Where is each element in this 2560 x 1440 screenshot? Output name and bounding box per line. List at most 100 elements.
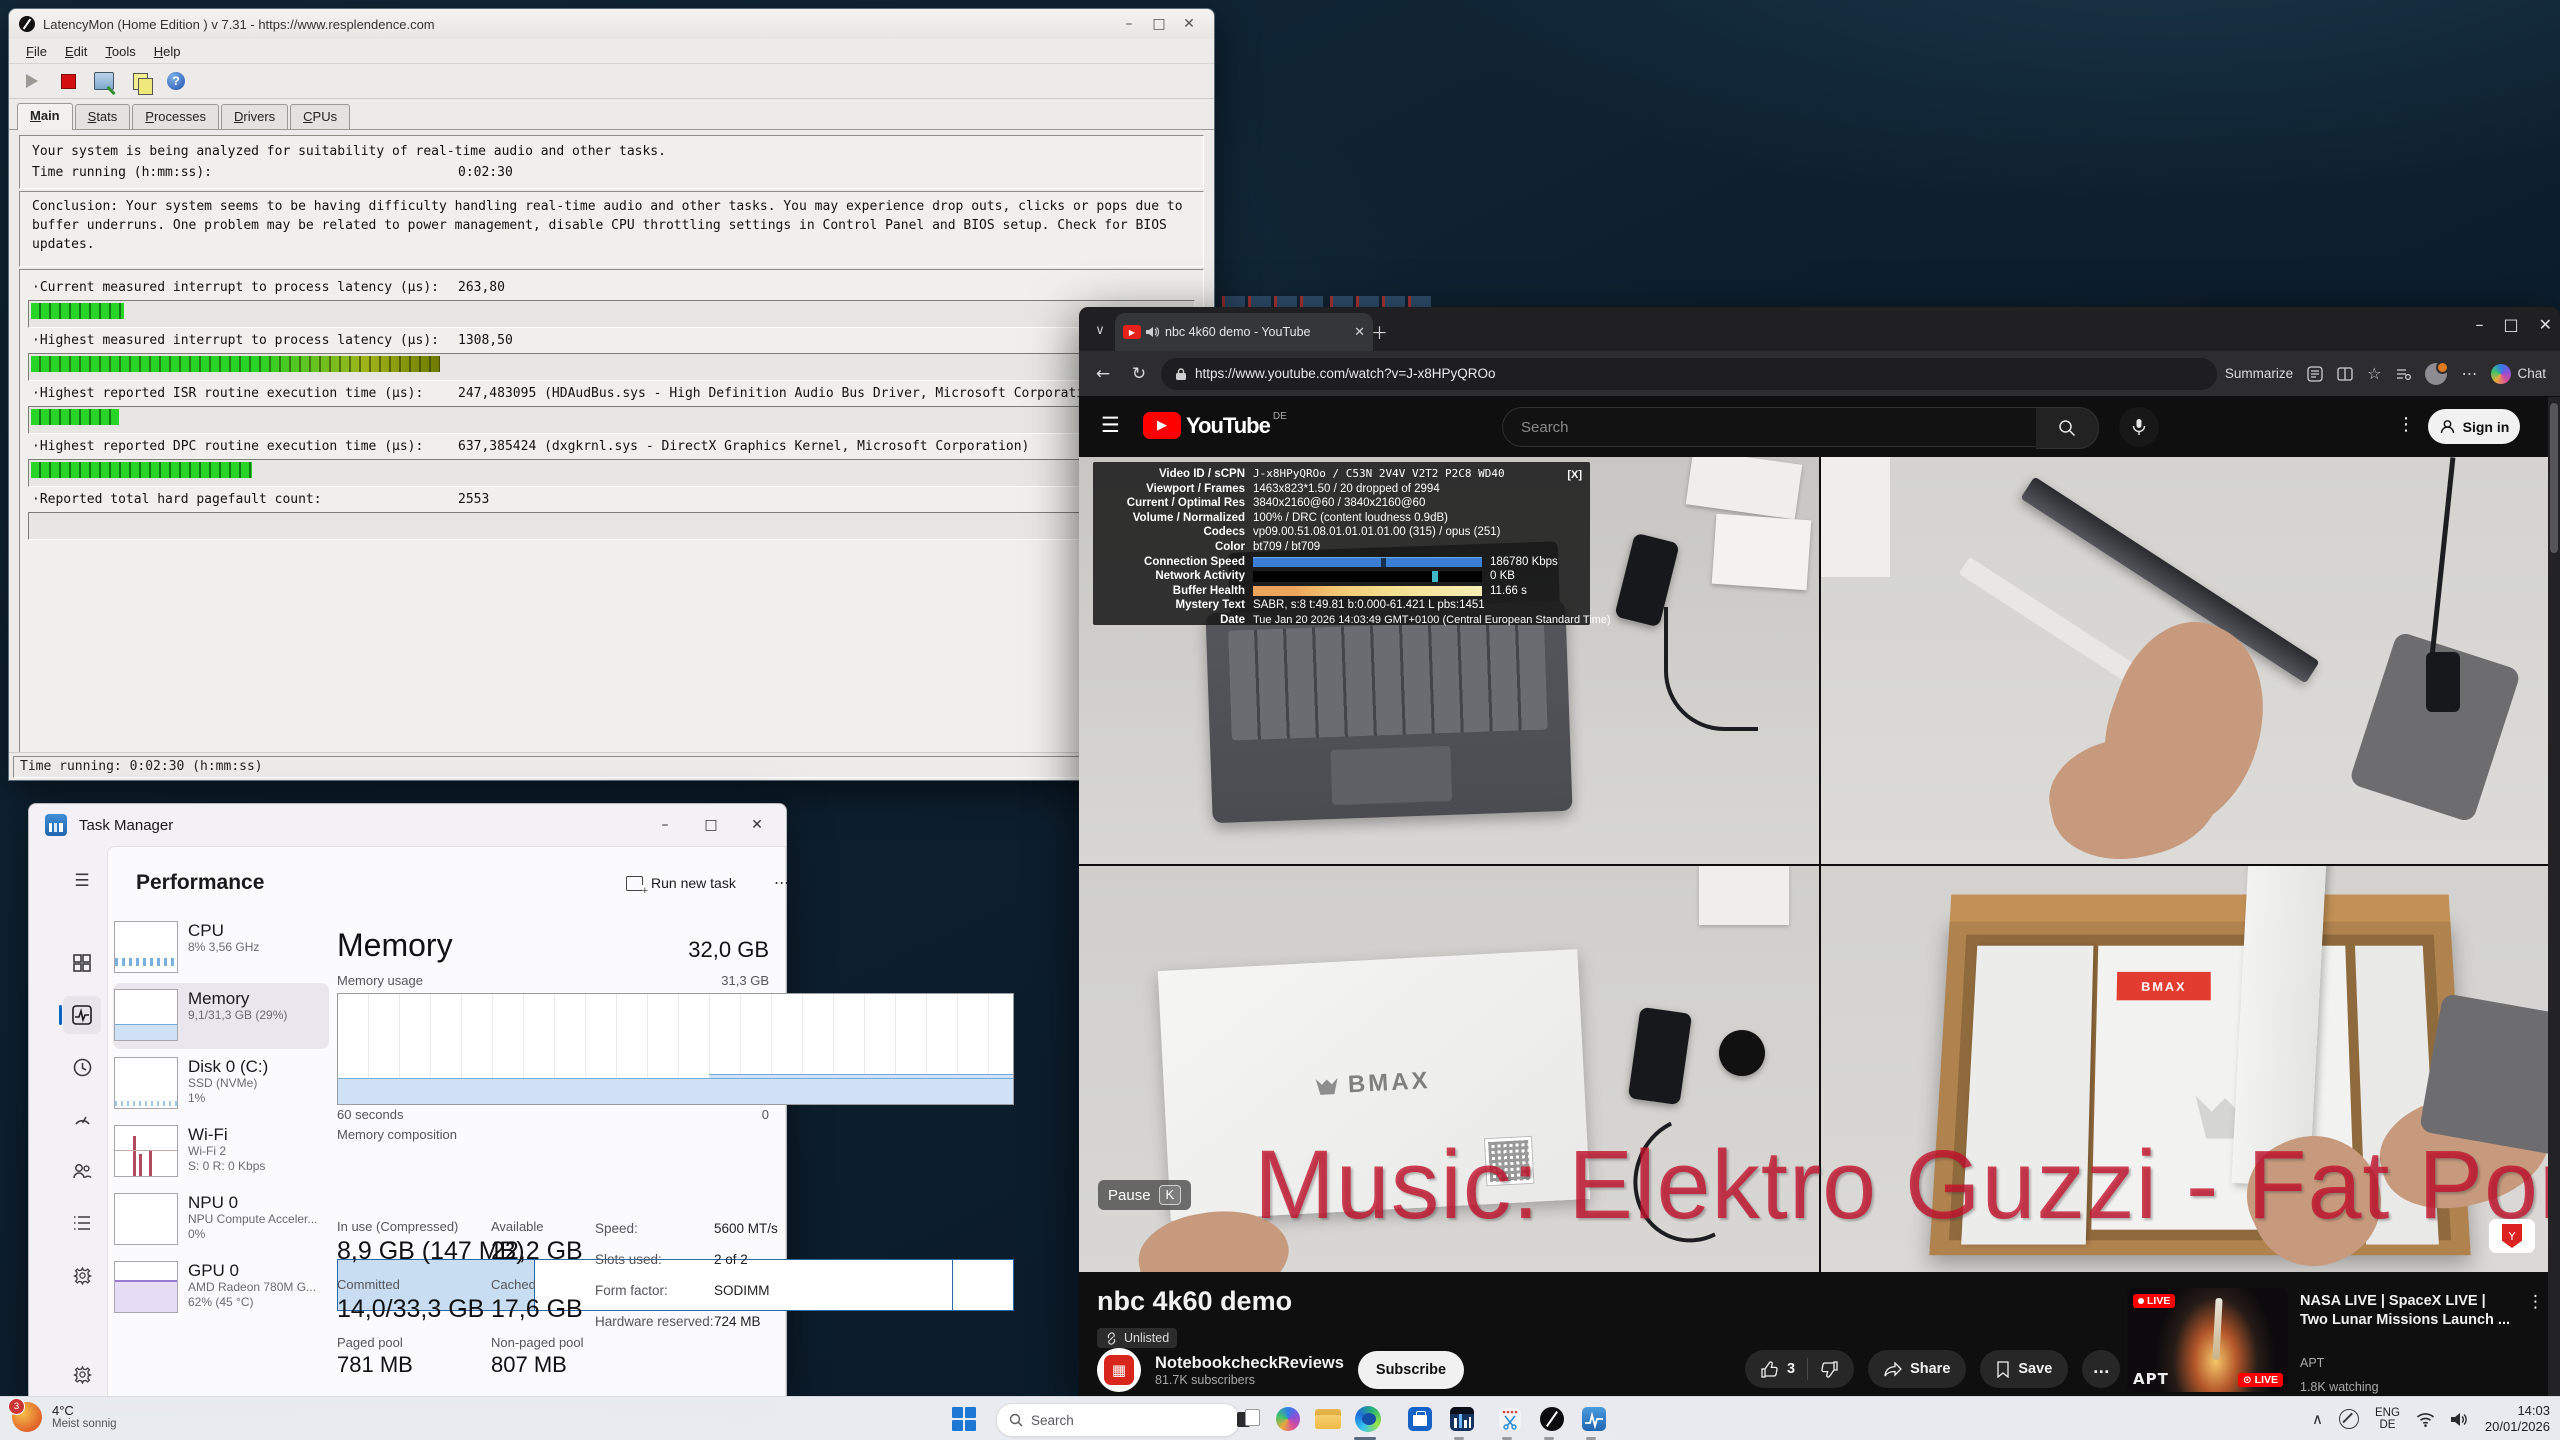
- voice-search-button[interactable]: [2119, 407, 2159, 447]
- more-options-button[interactable]: ...: [774, 869, 789, 888]
- copy-report-button[interactable]: [127, 69, 153, 93]
- monitor-app-icon[interactable]: [1446, 1403, 1478, 1435]
- close-button[interactable]: ✕: [2539, 315, 2552, 334]
- task-view-icon[interactable]: [1232, 1403, 1264, 1435]
- minimize-button[interactable]: –: [1114, 13, 1144, 35]
- summarize-button[interactable]: Summarize: [2225, 366, 2293, 381]
- channel-avatar[interactable]: ▦: [1097, 1348, 1141, 1392]
- more-actions-button[interactable]: ...: [2082, 1350, 2120, 1388]
- sidebar-item-startup-apps[interactable]: [69, 1106, 95, 1132]
- back-button[interactable]: ←: [1089, 360, 1117, 388]
- like-dislike-pill[interactable]: 3: [1745, 1350, 1854, 1388]
- split-screen-icon[interactable]: [2337, 367, 2353, 381]
- language-switcher[interactable]: ENG DE: [2375, 1407, 2400, 1432]
- sidebar-item-details[interactable]: [69, 1210, 95, 1236]
- browser-scrollbar[interactable]: [2548, 397, 2560, 1396]
- maximize-button[interactable]: □: [1144, 13, 1174, 35]
- sidebar-item-users[interactable]: [69, 1158, 95, 1184]
- file-explorer-icon[interactable]: [1312, 1403, 1344, 1435]
- latencymon-taskbar-icon[interactable]: [1536, 1403, 1568, 1435]
- reload-button[interactable]: ↻: [1125, 360, 1153, 388]
- sign-in-button[interactable]: Sign in: [2428, 409, 2520, 444]
- stop-monitor-button[interactable]: [55, 69, 81, 93]
- channel-name[interactable]: NotebookcheckReviews: [1155, 1354, 1344, 1373]
- browser-tab[interactable]: ▶ nbc 4k60 demo - YouTube ✕: [1115, 313, 1373, 351]
- menu-tools[interactable]: Tools: [96, 42, 144, 61]
- subscribe-button[interactable]: Subscribe: [1358, 1351, 1464, 1389]
- start-monitor-button[interactable]: [19, 69, 45, 93]
- tab-drivers[interactable]: Drivers: [221, 104, 288, 129]
- run-new-task-button[interactable]: Run new task: [626, 875, 736, 891]
- perf-card-npu[interactable]: NPU 0NPU Compute Acceler...0%: [114, 1193, 328, 1245]
- summarize-icon[interactable]: [2307, 366, 2323, 382]
- tab-cpus[interactable]: CPUs: [290, 104, 350, 129]
- address-bar[interactable]: https://www.youtube.com/watch?v=J-x8HPyQ…: [1161, 358, 2217, 390]
- perf-card-gpu[interactable]: GPU 0AMD Radeon 780M G...62% (45 °C): [114, 1261, 328, 1313]
- search-input[interactable]: Search: [1502, 407, 2056, 447]
- youtube-menu-icon[interactable]: ☰: [1101, 413, 1120, 437]
- settings-gear-icon[interactable]: [69, 1361, 95, 1387]
- tab-main[interactable]: Main: [17, 103, 73, 130]
- related-title[interactable]: NASA LIVE | SpaceX LIVE | Two Lunar Miss…: [2300, 1292, 2516, 1330]
- help-button[interactable]: ?: [163, 69, 189, 93]
- tab-audio-icon[interactable]: [1146, 326, 1159, 338]
- perf-card-cpu[interactable]: CPU8% 3,56 GHz: [114, 921, 328, 973]
- close-button[interactable]: ✕: [734, 808, 780, 842]
- more-menu-icon[interactable]: ⋯: [2461, 364, 2477, 383]
- sidebar-item-services[interactable]: [69, 1262, 95, 1288]
- hamburger-icon[interactable]: ☰: [69, 868, 95, 894]
- new-tab-button[interactable]: ＋: [1371, 319, 1388, 344]
- clock[interactable]: 14:03 20/01/2026: [2485, 1403, 2550, 1435]
- youtube-logo[interactable]: ▶ YouTube DE: [1143, 412, 1284, 439]
- perf-card-disk[interactable]: Disk 0 (C:)SSD (NVMe)1%: [114, 1057, 328, 1109]
- tray-chevron-icon[interactable]: ∧: [2312, 1410, 2323, 1428]
- collections-icon[interactable]: [2395, 367, 2411, 381]
- onedrive-paused-icon[interactable]: [2339, 1409, 2359, 1429]
- maximize-button[interactable]: □: [688, 808, 734, 842]
- weather-widget[interactable]: 3 4°C Meist sonnig: [12, 1402, 117, 1432]
- sidebar-item-processes[interactable]: [69, 950, 95, 976]
- latencymon-titlebar[interactable]: LatencyMon (Home Edition ) v 7.31 - http…: [9, 9, 1214, 39]
- start-button[interactable]: [948, 1403, 980, 1435]
- task-manager-taskbar-icon[interactable]: [1578, 1403, 1610, 1435]
- share-button[interactable]: Share: [1868, 1350, 1966, 1388]
- tab-processes[interactable]: Processes: [132, 104, 219, 129]
- minimize-button[interactable]: –: [642, 808, 688, 842]
- minimize-button[interactable]: –: [2475, 315, 2483, 334]
- profile-avatar[interactable]: [2425, 363, 2447, 385]
- favorites-star-icon[interactable]: ☆: [2367, 364, 2381, 383]
- maximize-button[interactable]: □: [2503, 315, 2518, 334]
- menu-help[interactable]: Help: [145, 42, 190, 61]
- tab-stats[interactable]: Stats: [75, 104, 131, 129]
- search-button[interactable]: [2036, 407, 2099, 449]
- thumbs-down-icon[interactable]: [1820, 1361, 1838, 1378]
- save-button[interactable]: Save: [1980, 1350, 2068, 1388]
- perf-card-memory[interactable]: Memory9,1/31,3 GB (29%): [114, 989, 328, 1041]
- perf-card-wifi[interactable]: Wi-FiWi-Fi 2S: 0 R: 0 Kbps: [114, 1125, 328, 1177]
- taskmanager-titlebar[interactable]: Task Manager – □ ✕: [29, 804, 786, 846]
- sidebar-item-performance[interactable]: [69, 1002, 95, 1028]
- scrollbar-thumb[interactable]: [2550, 403, 2558, 553]
- tab-close-icon[interactable]: ✕: [1354, 325, 1365, 340]
- volume-icon[interactable]: [2451, 1412, 2469, 1427]
- menu-edit[interactable]: Edit: [56, 42, 96, 61]
- taskbar-search[interactable]: Search: [996, 1403, 1240, 1437]
- channel-watermark[interactable]: Y: [2489, 1219, 2535, 1253]
- copilot-icon[interactable]: [1272, 1403, 1304, 1435]
- sidebar-item-app-history[interactable]: [69, 1054, 95, 1080]
- snipping-tool-icon[interactable]: [1494, 1403, 1526, 1435]
- menu-file[interactable]: File: [17, 42, 56, 61]
- tab-search-chevron[interactable]: ∨: [1089, 319, 1111, 341]
- microsoft-store-icon[interactable]: [1404, 1403, 1436, 1435]
- thumbs-up-icon[interactable]: [1761, 1361, 1779, 1378]
- wifi-icon[interactable]: [2416, 1412, 2435, 1427]
- copilot-chat-button[interactable]: Chat: [2491, 364, 2546, 384]
- close-button[interactable]: ✕: [1174, 13, 1204, 35]
- edge-icon[interactable]: [1352, 1403, 1384, 1435]
- related-thumbnail[interactable]: LIVE ⊙LIVE APT: [2127, 1288, 2288, 1392]
- analyze-button[interactable]: [91, 69, 117, 93]
- related-more-icon[interactable]: ⋮: [2527, 1292, 2544, 1312]
- youtube-more-icon[interactable]: ⋮: [2397, 414, 2415, 435]
- video-player[interactable]: BMAX BMAX: [1079, 457, 2560, 1272]
- stats-overlay-close[interactable]: [X]: [1567, 468, 1582, 483]
